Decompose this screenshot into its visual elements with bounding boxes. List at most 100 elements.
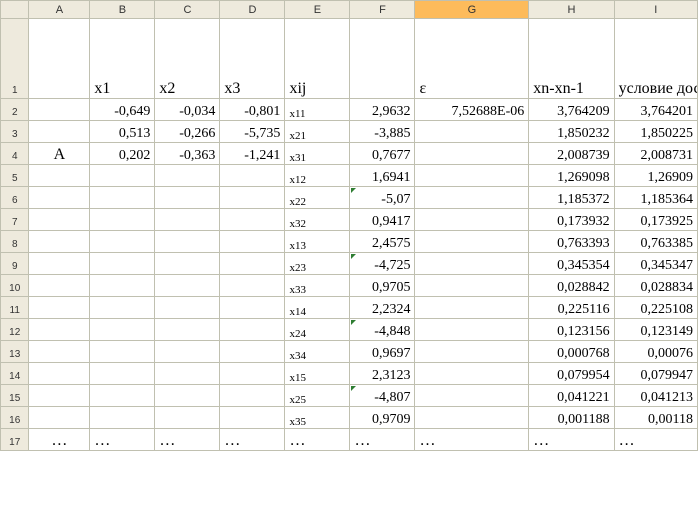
cell[interactable]: … [220, 429, 285, 451]
cell[interactable]: … [350, 429, 415, 451]
cell[interactable]: ε [415, 19, 529, 99]
cell[interactable] [220, 231, 285, 253]
cell[interactable]: x12 [285, 165, 350, 187]
col-header-I[interactable]: I [614, 1, 697, 19]
cell[interactable]: 2,3123 [350, 363, 415, 385]
cell[interactable]: 0,041221 [529, 385, 614, 407]
cell[interactable]: x23 [285, 253, 350, 275]
cell[interactable]: x1 [90, 19, 155, 99]
col-header-B[interactable]: B [90, 1, 155, 19]
cell[interactable] [415, 231, 529, 253]
cell[interactable]: 0,041213 [614, 385, 697, 407]
cell[interactable]: 0,345347 [614, 253, 697, 275]
cell[interactable] [90, 363, 155, 385]
cell[interactable]: 1,185364 [614, 187, 697, 209]
cell[interactable] [90, 297, 155, 319]
cell[interactable]: 0,225116 [529, 297, 614, 319]
cell[interactable]: 0,225108 [614, 297, 697, 319]
cell[interactable] [29, 319, 90, 341]
cell[interactable]: … [614, 429, 697, 451]
cell[interactable] [29, 231, 90, 253]
cell[interactable]: -1,241 [220, 143, 285, 165]
cell[interactable]: 0,513 [90, 121, 155, 143]
cell[interactable] [415, 319, 529, 341]
row-number[interactable]: 15 [1, 385, 29, 407]
cell[interactable]: xn-xn-1 [529, 19, 614, 99]
cell[interactable] [350, 19, 415, 99]
cell[interactable]: -4,807 [350, 385, 415, 407]
cell[interactable]: x2 [155, 19, 220, 99]
cell[interactable]: 2,008731 [614, 143, 697, 165]
cell[interactable]: 0,763385 [614, 231, 697, 253]
cell[interactable]: x3 [220, 19, 285, 99]
spreadsheet[interactable]: A B C D E F G H I 1 x1 x2 x3 xij ε xn-xn… [0, 0, 698, 451]
cell[interactable]: 3,764201 [614, 99, 697, 121]
cell[interactable]: 0,345354 [529, 253, 614, 275]
cell[interactable]: x33 [285, 275, 350, 297]
cell[interactable] [415, 209, 529, 231]
cell[interactable]: 3,764209 [529, 99, 614, 121]
cell[interactable]: 0,202 [90, 143, 155, 165]
cell[interactable]: x25 [285, 385, 350, 407]
cell[interactable]: 0,001188 [529, 407, 614, 429]
cell[interactable] [155, 385, 220, 407]
cell[interactable] [90, 319, 155, 341]
cell[interactable] [415, 121, 529, 143]
cell[interactable]: 0,173932 [529, 209, 614, 231]
cell[interactable] [155, 407, 220, 429]
cell[interactable]: -4,725 [350, 253, 415, 275]
cell[interactable]: … [155, 429, 220, 451]
cell[interactable]: -5,07 [350, 187, 415, 209]
row-number[interactable]: 17 [1, 429, 29, 451]
cell[interactable] [415, 341, 529, 363]
cell[interactable]: x11 [285, 99, 350, 121]
col-header-A[interactable]: A [29, 1, 90, 19]
cell[interactable]: x14 [285, 297, 350, 319]
cell[interactable] [415, 143, 529, 165]
cell[interactable] [90, 275, 155, 297]
cell[interactable]: x31 [285, 143, 350, 165]
cell[interactable]: … [529, 429, 614, 451]
cell[interactable]: 0,079947 [614, 363, 697, 385]
cell[interactable] [90, 253, 155, 275]
cell[interactable] [29, 19, 90, 99]
cell[interactable]: 0,173925 [614, 209, 697, 231]
cell[interactable]: -0,363 [155, 143, 220, 165]
cell[interactable] [220, 187, 285, 209]
cell[interactable] [220, 319, 285, 341]
cell[interactable] [90, 385, 155, 407]
cell[interactable]: 1,6941 [350, 165, 415, 187]
cell[interactable] [29, 99, 90, 121]
row-number[interactable]: 2 [1, 99, 29, 121]
col-header-F[interactable]: F [350, 1, 415, 19]
cell[interactable]: -5,735 [220, 121, 285, 143]
cell[interactable] [220, 165, 285, 187]
cell[interactable] [155, 319, 220, 341]
row-number[interactable]: 16 [1, 407, 29, 429]
cell[interactable]: 0,123149 [614, 319, 697, 341]
cell[interactable]: 7,52688E-06 [415, 99, 529, 121]
cell[interactable] [155, 297, 220, 319]
cell[interactable] [90, 187, 155, 209]
cell[interactable]: 0,028842 [529, 275, 614, 297]
cell[interactable] [220, 341, 285, 363]
cell[interactable]: 0,00118 [614, 407, 697, 429]
cell[interactable] [415, 165, 529, 187]
cell[interactable] [29, 297, 90, 319]
cell[interactable] [29, 275, 90, 297]
cell[interactable] [90, 209, 155, 231]
cell[interactable] [155, 363, 220, 385]
cell[interactable]: 0,00076 [614, 341, 697, 363]
cell[interactable]: -0,801 [220, 99, 285, 121]
cell[interactable]: 1,269098 [529, 165, 614, 187]
row-number[interactable]: 4 [1, 143, 29, 165]
row-number[interactable]: 12 [1, 319, 29, 341]
cell[interactable]: -0,266 [155, 121, 220, 143]
cell[interactable] [415, 385, 529, 407]
cell[interactable] [155, 341, 220, 363]
cell[interactable]: 1,850225 [614, 121, 697, 143]
row-number[interactable]: 10 [1, 275, 29, 297]
cell[interactable]: 2,4575 [350, 231, 415, 253]
row-number[interactable]: 6 [1, 187, 29, 209]
cell[interactable] [220, 209, 285, 231]
